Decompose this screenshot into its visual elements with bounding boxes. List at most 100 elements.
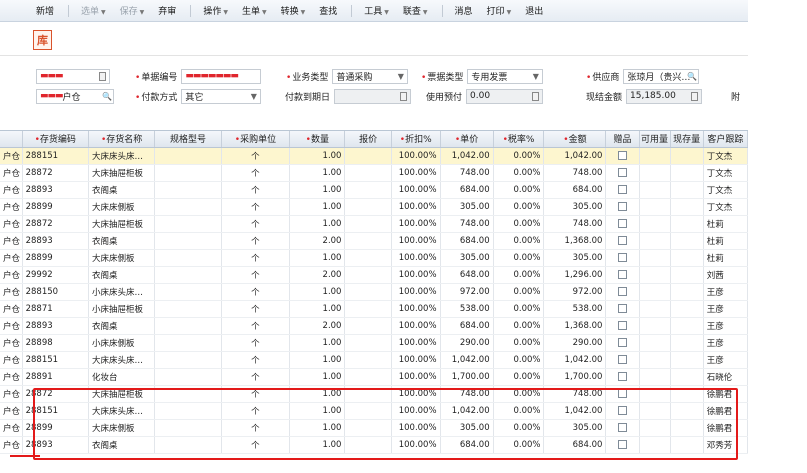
table-cell[interactable]: 684.00	[440, 436, 494, 454]
table-cell[interactable]: 个	[221, 334, 291, 352]
table-cell[interactable]: 1,042.00	[543, 402, 607, 420]
table-cell[interactable]: 0.00%	[493, 385, 545, 403]
table-row[interactable]: 户仓 288151 大床床头床… 个 1.00 100.00% 1,042.00 0.00% 1…	[0, 402, 748, 420]
warehouse-input[interactable]: ▬▬▬ 户仓 🔍	[36, 88, 114, 104]
table-cell[interactable]: 100.00%	[391, 147, 441, 165]
table-cell[interactable]	[154, 164, 222, 182]
gift-checkbox[interactable]	[617, 320, 627, 330]
table-cell[interactable]	[670, 385, 704, 403]
table-cell[interactable]: 个	[221, 198, 291, 216]
table-cell[interactable]: 杜莉	[703, 249, 748, 267]
table-cell[interactable]	[154, 436, 222, 454]
column-header-7[interactable]: •折扣%	[391, 131, 441, 148]
table-cell[interactable]	[639, 198, 671, 216]
table-cell[interactable]: 28872	[22, 385, 89, 403]
table-cell[interactable]	[605, 249, 640, 267]
column-header-14[interactable]: 客户跟踪	[703, 131, 748, 148]
table-cell[interactable]: 户仓	[0, 147, 23, 165]
table-cell[interactable]: 0.00%	[493, 368, 545, 386]
gift-checkbox[interactable]	[617, 235, 627, 245]
doc-no-input[interactable]: ▬▬▬▬▬▬▬	[181, 68, 262, 84]
table-cell[interactable]: 小床床側板	[88, 334, 156, 352]
table-row[interactable]: 户仓 28891 化妆台个 1.00 100.00% 1,700.00 0.00% 1,700…	[0, 368, 748, 386]
table-cell[interactable]	[639, 334, 671, 352]
table-cell[interactable]	[639, 147, 671, 165]
table-cell[interactable]: 1.00	[289, 181, 346, 199]
table-cell[interactable]	[344, 385, 392, 403]
table-cell[interactable]	[154, 283, 222, 301]
table-cell[interactable]: 1.00	[289, 402, 346, 420]
column-header-9[interactable]: •税率%	[493, 131, 545, 148]
table-cell[interactable]: 100.00%	[391, 402, 441, 420]
table-cell[interactable]	[639, 300, 671, 318]
table-cell[interactable]	[639, 232, 671, 250]
chevron-down-icon[interactable]: ▼	[301, 9, 306, 16]
supplier-input[interactable]: 张琼月（贵兴… 🔍	[623, 68, 700, 84]
search-icon[interactable]: 🔍	[102, 92, 112, 101]
table-cell[interactable]: 538.00	[543, 300, 607, 318]
table-cell[interactable]: 748.00	[440, 164, 494, 182]
table-cell[interactable]	[639, 402, 671, 420]
table-cell[interactable]	[605, 436, 640, 454]
table-cell[interactable]: 户仓	[0, 232, 23, 250]
table-cell[interactable]: 户仓	[0, 215, 23, 233]
table-cell[interactable]: 王彦	[703, 300, 748, 318]
table-cell[interactable]: 1.00	[289, 198, 346, 216]
table-cell[interactable]	[670, 164, 704, 182]
table-cell[interactable]	[605, 283, 640, 301]
toolbar-item-12[interactable]: 退出	[525, 4, 543, 17]
gift-checkbox[interactable]	[617, 337, 627, 347]
table-cell[interactable]: 0.00%	[493, 164, 545, 182]
table-cell[interactable]: 1,296.00	[543, 266, 607, 284]
table-cell[interactable]: 王彦	[703, 317, 748, 335]
table-cell[interactable]: 100.00%	[391, 351, 441, 369]
table-row[interactable]: 户仓 28893 衣阁桌个 1.00 100.00% 684.00 0.00% 684.00 邓…	[0, 436, 748, 454]
table-cell[interactable]: 大床抽屉柜板	[88, 215, 156, 233]
table-cell[interactable]: 化妆台	[88, 368, 156, 386]
toolbar-item-0[interactable]: 新增	[36, 4, 54, 17]
table-cell[interactable]: 28893	[22, 436, 89, 454]
table-cell[interactable]	[344, 283, 392, 301]
table-cell[interactable]: 大床床头床…	[88, 147, 156, 165]
table-row[interactable]: 户仓 28871 小床抽屉柜板个 1.00 100.00% 538.00 0.00% 538.…	[0, 300, 748, 318]
table-cell[interactable]	[605, 385, 640, 403]
table-cell[interactable]: 28872	[22, 215, 89, 233]
table-cell[interactable]	[154, 300, 222, 318]
table-cell[interactable]	[670, 283, 704, 301]
date-field[interactable]: ▬▬▬	[36, 68, 110, 84]
table-cell[interactable]: 户仓	[0, 419, 23, 437]
table-cell[interactable]: 1.00	[289, 147, 346, 165]
table-cell[interactable]: 2.00	[289, 317, 346, 335]
toolbar-item-4[interactable]: 操作 ▼	[203, 4, 228, 17]
table-cell[interactable]: 个	[221, 249, 291, 267]
table-cell[interactable]: 288150	[22, 283, 89, 301]
table-cell[interactable]: 2.00	[289, 266, 346, 284]
table-cell[interactable]: 684.00	[440, 181, 494, 199]
table-cell[interactable]	[639, 164, 671, 182]
table-cell[interactable]	[154, 334, 222, 352]
table-cell[interactable]: 户仓	[0, 249, 23, 267]
table-row[interactable]: 户仓 28872 大床抽屉柜板个 1.00 100.00% 748.00 0.00% 748.…	[0, 385, 748, 403]
column-header-12[interactable]: 可用量	[639, 131, 671, 148]
table-cell[interactable]: 1,700.00	[440, 368, 494, 386]
table-cell[interactable]	[154, 351, 222, 369]
table-cell[interactable]: 王彦	[703, 334, 748, 352]
table-cell[interactable]	[344, 351, 392, 369]
table-cell[interactable]: 100.00%	[391, 215, 441, 233]
table-cell[interactable]	[154, 181, 222, 199]
table-cell[interactable]	[344, 232, 392, 250]
cash-amount-input[interactable]: 15,185.00	[626, 88, 703, 104]
table-cell[interactable]	[344, 164, 392, 182]
table-cell[interactable]: 2.00	[289, 232, 346, 250]
table-row[interactable]: 户仓 28898 小床床側板个 1.00 100.00% 290.00 0.00% 290.0…	[0, 334, 748, 352]
table-cell[interactable]: 288151	[22, 147, 89, 165]
column-header-6[interactable]: 报价	[344, 131, 392, 148]
toolbar-item-5[interactable]: 生单 ▼	[242, 4, 267, 17]
table-cell[interactable]: 户仓	[0, 402, 23, 420]
table-cell[interactable]: 100.00%	[391, 232, 441, 250]
table-cell[interactable]	[344, 436, 392, 454]
table-cell[interactable]: 户仓	[0, 351, 23, 369]
table-cell[interactable]	[670, 368, 704, 386]
gift-checkbox[interactable]	[617, 354, 627, 364]
table-row[interactable]: 户仓 28899 大床床側板个 1.00 100.00% 305.00 0.00% 305.0…	[0, 419, 748, 437]
